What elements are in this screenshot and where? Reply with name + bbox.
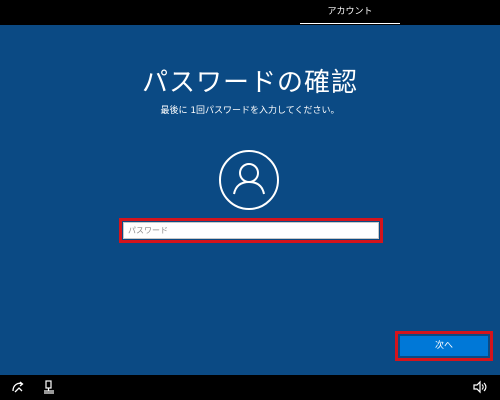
- network-icon[interactable]: [41, 379, 57, 395]
- tab-account: アカウント: [300, 0, 400, 24]
- user-avatar-icon: [219, 150, 279, 210]
- ease-of-access-icon[interactable]: [10, 379, 26, 395]
- page-title: パスワードの確認: [141, 68, 358, 98]
- bottom-bar: [0, 375, 500, 400]
- setup-panel: パスワードの確認 最後に 1回パスワードを入力してください。 次へ: [0, 25, 500, 375]
- next-button[interactable]: 次へ: [400, 336, 488, 356]
- password-input[interactable]: [123, 222, 379, 239]
- page-subtitle: 最後に 1回パスワードを入力してください。: [160, 106, 340, 116]
- top-bar: アカウント: [0, 0, 500, 25]
- speaker-icon[interactable]: [472, 379, 488, 395]
